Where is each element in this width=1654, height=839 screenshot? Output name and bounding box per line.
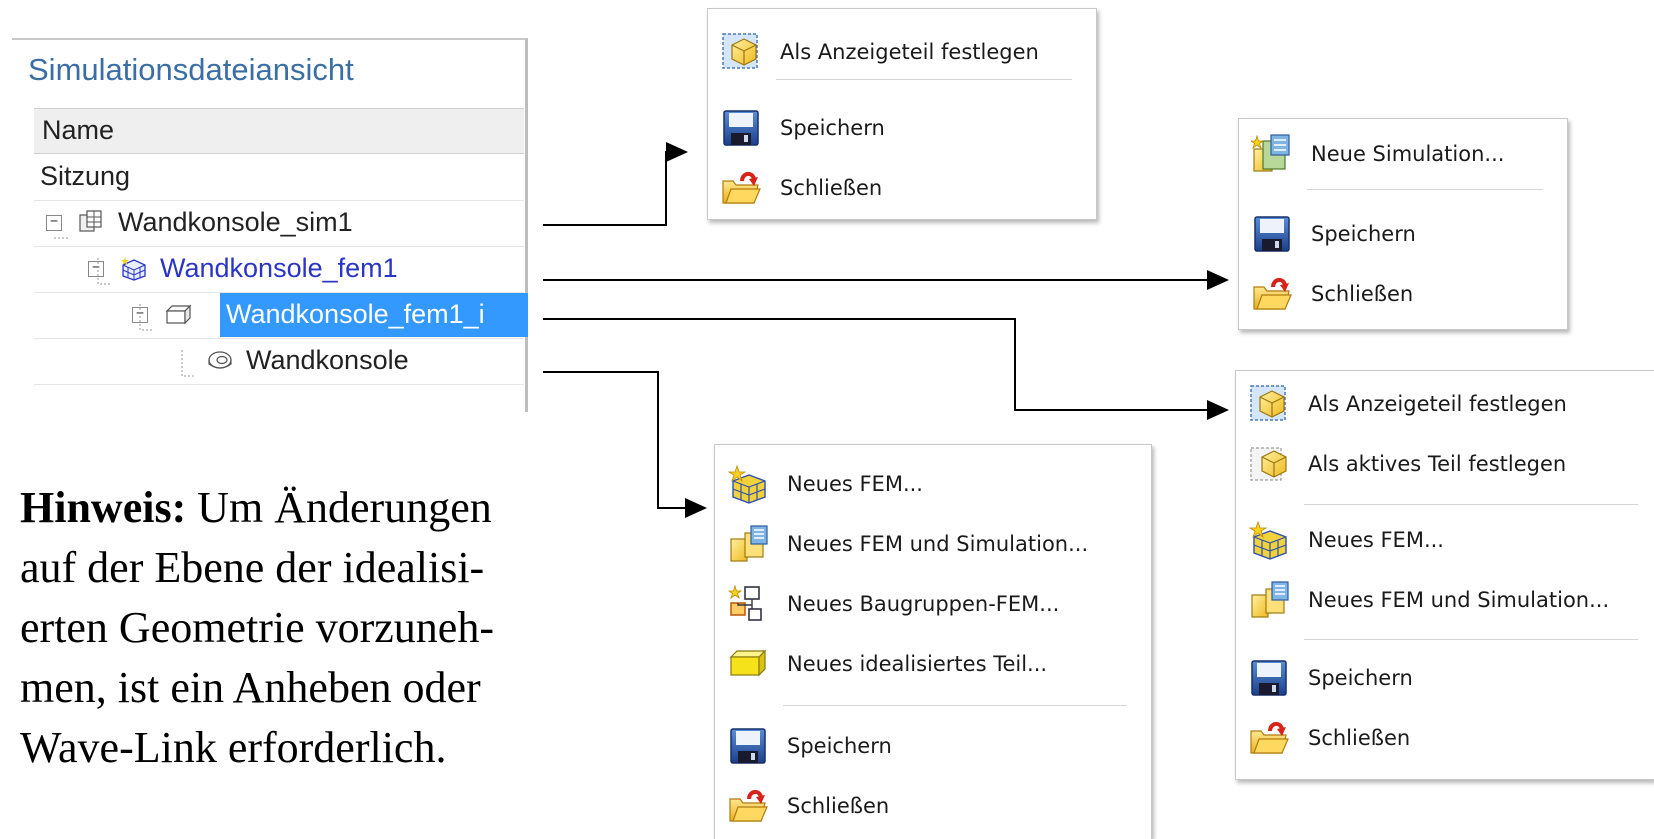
menu-item-label: Schließen [780,176,883,200]
hint-text-line-5: Wave-Link erforderlich. [20,723,447,772]
menu-item-label: Schließen [1311,282,1414,306]
idealized-part-context-menu: Als Anzeigeteil festlegen Als aktives Te… [1235,370,1654,780]
menu-item-label: Speichern [1311,222,1416,246]
fem-context-menu: Neue Simulation... Speichern Schließen [1238,118,1568,330]
menu-item-label: Neues Baugruppen-FEM... [787,592,1060,616]
display-part-icon [1248,383,1290,425]
hint-text-line-3: erten Geometrie vorzuneh- [20,603,494,652]
menu-item-label: Schließen [1308,726,1411,750]
new-fem-icon [727,463,769,505]
close-folder-icon [720,167,762,209]
close-folder-icon [1248,717,1290,759]
new-assembly-fem-icon [727,583,769,625]
menu-separator [1304,639,1638,640]
menu-item-label: Speichern [780,116,885,140]
menu-item-label: Neues FEM und Simulation... [787,532,1089,556]
menu-item-label: Neues FEM... [1308,528,1444,552]
new-idealized-part-icon [727,643,769,685]
new-fem-icon [1248,519,1290,561]
menu-item-new-simulation[interactable]: Neue Simulation... [1239,127,1567,181]
menu-item-label: Neue Simulation... [1311,142,1505,166]
menu-item-label: Als aktives Teil festlegen [1308,452,1567,476]
menu-separator [1304,504,1638,505]
menu-item-set-display-part[interactable]: Als Anzeigeteil festlegen [708,25,1096,79]
menu-item-close[interactable]: Schließen [708,161,1096,215]
menu-item-save[interactable]: Speichern [715,719,1151,773]
menu-item-label: Schließen [787,794,890,818]
save-icon [1248,657,1290,699]
save-icon [727,725,769,767]
menu-item-label: Neues idealisiertes Teil... [787,652,1048,676]
menu-item-set-display-part[interactable]: Als Anzeigeteil festlegen [1236,377,1654,431]
menu-item-new-idealized-part[interactable]: Neues idealisiertes Teil... [715,637,1151,691]
menu-item-new-fem-simulation[interactable]: Neues FEM und Simulation... [715,517,1151,571]
menu-item-set-active-part[interactable]: Als aktives Teil festlegen [1236,437,1654,491]
new-simulation-icon [1251,133,1293,175]
menu-item-save[interactable]: Speichern [1236,651,1654,705]
new-fem-simulation-icon [1248,579,1290,621]
hint-note: Hinweis: Um Änderungen auf der Ebene der… [20,478,620,778]
menu-item-new-fem[interactable]: Neues FEM... [1236,513,1654,567]
menu-separator [776,79,1072,80]
menu-item-close[interactable]: Schließen [715,779,1151,833]
menu-item-label: Als Anzeigeteil festlegen [780,40,1039,64]
menu-item-new-assembly-fem[interactable]: Neues Baugruppen-FEM... [715,577,1151,631]
hint-text-line-2: auf der Ebene der idealisi- [20,543,485,592]
hint-label: Hinweis: [20,483,187,532]
hint-text-line-4: men, ist ein Anheben oder [20,663,481,712]
menu-separator [1307,189,1543,190]
sim-context-menu: Als Anzeigeteil festlegen Speichern Schl… [707,8,1097,220]
menu-separator [783,705,1127,706]
menu-item-new-fem[interactable]: Neues FEM... [715,457,1151,511]
menu-item-close[interactable]: Schließen [1236,711,1654,765]
menu-item-new-fem-simulation[interactable]: Neues FEM und Simulation... [1236,573,1654,627]
menu-item-label: Als Anzeigeteil festlegen [1308,392,1567,416]
part-context-menu: Neues FEM... Neues FEM und Simulation...… [714,444,1152,839]
display-part-icon [720,31,762,73]
menu-item-label: Neues FEM und Simulation... [1308,588,1610,612]
active-part-icon [1248,443,1290,485]
menu-item-save[interactable]: Speichern [1239,207,1567,261]
menu-item-label: Speichern [787,734,892,758]
close-folder-icon [727,785,769,827]
menu-item-save[interactable]: Speichern [708,101,1096,155]
close-folder-icon [1251,273,1293,315]
menu-item-close[interactable]: Schließen [1239,267,1567,321]
new-fem-simulation-icon [727,523,769,565]
hint-text-line-1: Um Änderungen [186,483,492,532]
menu-item-label: Speichern [1308,666,1413,690]
save-icon [720,107,762,149]
save-icon [1251,213,1293,255]
menu-item-label: Neues FEM... [787,472,923,496]
